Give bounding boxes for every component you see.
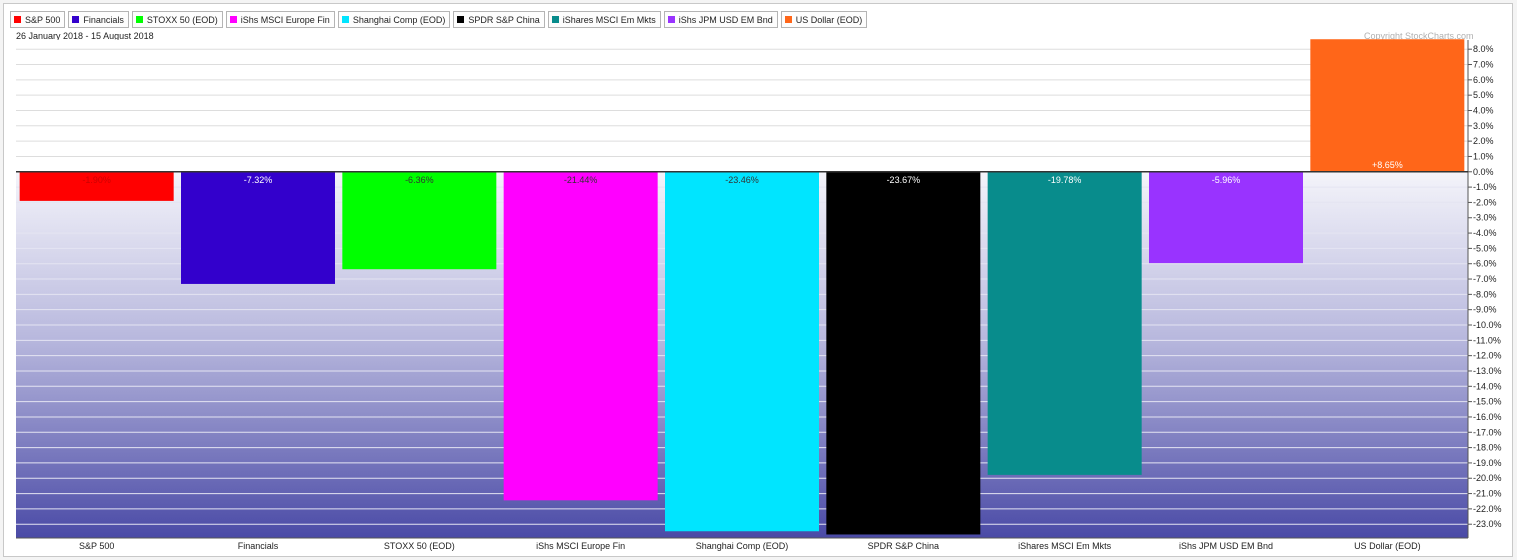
y-tick-label: 7.0% <box>1473 60 1494 70</box>
bar[interactable] <box>342 171 497 270</box>
bar[interactable] <box>1310 39 1465 172</box>
bar-value-label: -1.90% <box>82 175 111 185</box>
x-category-label: iShs JPM USD EM Bnd <box>1179 541 1273 551</box>
bar-value-label: -7.32% <box>244 175 273 185</box>
y-tick-label: -7.0% <box>1473 274 1497 284</box>
plot-background-positive <box>16 40 1468 172</box>
y-tick-label: -22.0% <box>1473 504 1502 514</box>
bar[interactable] <box>181 171 335 284</box>
y-tick-label: -19.0% <box>1473 458 1502 468</box>
bar-value-label: -19.78% <box>1048 175 1082 185</box>
bar-value-label: -5.96% <box>1212 175 1241 185</box>
y-tick-label: -9.0% <box>1473 305 1497 315</box>
x-category-label: Financials <box>238 541 279 551</box>
y-tick-label: -15.0% <box>1473 397 1502 407</box>
x-category-label: Shanghai Comp (EOD) <box>696 541 789 551</box>
y-tick-label: -11.0% <box>1473 335 1501 345</box>
y-tick-label: -4.0% <box>1473 228 1497 238</box>
bar[interactable] <box>1149 171 1303 264</box>
x-category-label: S&P 500 <box>79 541 114 551</box>
y-tick-label: -13.0% <box>1473 366 1502 376</box>
bar-value-label: -23.46% <box>725 175 759 185</box>
y-tick-label: -5.0% <box>1473 243 1497 253</box>
y-tick-label: 5.0% <box>1473 90 1494 100</box>
y-tick-label: -6.0% <box>1473 259 1497 269</box>
y-tick-label: -14.0% <box>1473 381 1502 391</box>
y-tick-label: 6.0% <box>1473 75 1494 85</box>
y-tick-label: -23.0% <box>1473 519 1502 529</box>
x-category-label: SPDR S&P China <box>868 541 939 551</box>
bar-value-label: -23.67% <box>887 175 921 185</box>
y-tick-label: -10.0% <box>1473 320 1502 330</box>
x-category-label: US Dollar (EOD) <box>1354 541 1421 551</box>
y-tick-label: 1.0% <box>1473 151 1494 161</box>
y-tick-label: -16.0% <box>1473 412 1502 422</box>
y-tick-label: 4.0% <box>1473 105 1494 115</box>
y-tick-label: -8.0% <box>1473 289 1497 299</box>
y-tick-label: -20.0% <box>1473 473 1502 483</box>
x-category-label: iShares MSCI Em Mkts <box>1018 541 1112 551</box>
bar-chart: 8.0% 7.0% 6.0% 5.0% 4.0% 3.0% 2.0% 1.0% 0.0% -1.0… <box>16 39 1502 551</box>
bar-value-label: -21.44% <box>564 175 598 185</box>
y-tick-label: 2.0% <box>1473 136 1494 146</box>
x-category-label: iShs MSCI Europe Fin <box>536 541 625 551</box>
bar[interactable] <box>987 171 1142 475</box>
y-tick-label: -12.0% <box>1473 351 1502 361</box>
y-tick-label: -1.0% <box>1473 182 1497 192</box>
bar-value-label: -6.36% <box>405 175 434 185</box>
y-tick-label: -21.0% <box>1473 489 1502 499</box>
y-tick-label: 8.0% <box>1473 44 1494 54</box>
bar[interactable] <box>503 171 658 501</box>
bar[interactable] <box>826 171 981 535</box>
x-category-label: STOXX 50 (EOD) <box>384 541 455 551</box>
y-tick-label: 3.0% <box>1473 121 1494 131</box>
bar[interactable] <box>665 171 819 532</box>
y-tick-label: -18.0% <box>1473 443 1502 453</box>
y-tick-label: 0.0% <box>1473 167 1494 177</box>
y-tick-label: -3.0% <box>1473 213 1497 223</box>
y-tick-label: -17.0% <box>1473 427 1502 437</box>
bar-value-label: +8.65% <box>1372 160 1403 170</box>
y-tick-label: -2.0% <box>1473 197 1497 207</box>
